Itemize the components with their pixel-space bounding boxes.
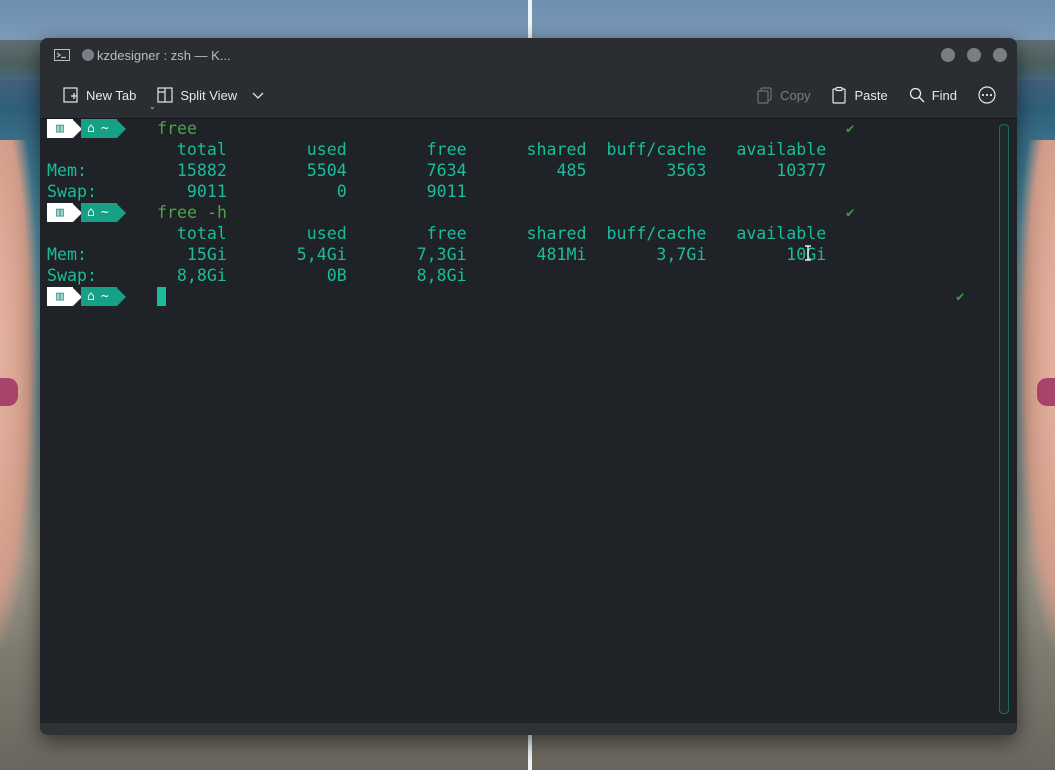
prompt-home: ~ [100,205,109,220]
success-check-icon: ✔ [956,289,965,305]
more-menu-button[interactable] [971,80,1003,110]
paste-label: Paste [854,87,888,103]
prompt: ▥ ⌂ ~ [47,119,126,138]
background-swimsuit-left [0,378,18,406]
prompt-home: ~ [100,121,109,136]
home-icon: ⌂ [87,289,95,304]
prompt-path-segment: ⌂ ~ [81,119,117,138]
toolbar: New Tab ⌄ Split View Copy Paste Find [40,72,1017,119]
prompt: ▥ ⌂ ~ [47,287,126,306]
output-line: Swap: 9011 0 9011 [47,182,467,201]
activity-indicator [82,49,94,61]
success-check-icon: ✔ [846,205,855,221]
prompt-separator [116,119,126,138]
terminal-view[interactable]: ▥ ⌂ ~ free ✔ total used free shared buff… [40,118,1017,735]
prompt: ▥ ⌂ ~ [47,203,126,222]
more-options-icon [978,86,996,104]
distro-logo-icon: ▥ [47,119,73,138]
prompt-path-segment: ⌂ ~ [81,287,117,306]
new-tab-icon [63,87,78,103]
home-icon: ⌂ [87,121,95,136]
maximize-button[interactable] [967,48,981,62]
titlebar[interactable]: kzdesigner : zsh — K... [40,38,1017,72]
konsole-window: kzdesigner : zsh — K... New Tab ⌄ Split … [40,38,1017,735]
prompt-separator [116,287,126,306]
background-swimsuit-right [1037,378,1055,406]
chevron-down-icon[interactable] [251,88,265,102]
split-view-label: Split View [180,87,238,103]
copy-label: Copy [780,87,811,103]
output-line: total used free shared buff/cache availa… [47,224,827,243]
home-icon: ⌂ [87,205,95,220]
split-view-button[interactable]: Split View [150,80,271,110]
copy-icon [757,87,772,104]
mouse-ibeam-cursor-icon [805,245,811,261]
distro-logo-icon: ▥ [47,203,73,222]
output-line: Mem: 15882 5504 7634 485 3563 10377 [47,161,827,180]
close-button[interactable] [993,48,1007,62]
success-check-icon: ✔ [846,121,855,137]
split-view-icon [157,87,173,103]
minimize-button[interactable] [941,48,955,62]
copy-button[interactable]: Copy [750,80,816,110]
distro-logo-icon: ▥ [47,287,73,306]
new-tab-button[interactable]: New Tab [56,80,142,110]
output-line: Mem: 15Gi 5,4Gi 7,3Gi 481Mi 3,7Gi 10Gi [47,245,827,264]
vertical-scrollbar[interactable] [999,124,1009,714]
find-button[interactable]: Find [902,80,963,110]
output-line: Swap: 8,8Gi 0B 8,8Gi [47,266,467,285]
search-icon [909,87,925,103]
clipboard-icon [832,86,847,104]
command-text: free [157,119,197,138]
new-tab-dropdown-icon[interactable]: ⌄ [149,102,156,111]
prompt-separator [116,203,126,222]
new-tab-label: New Tab [86,87,137,103]
prompt-home: ~ [100,289,109,304]
find-label: Find [931,87,957,103]
paste-button[interactable]: Paste [824,80,893,110]
window-title: kzdesigner : zsh — K... [97,47,231,63]
terminal-icon [54,49,70,61]
output-line: total used free shared buff/cache availa… [47,140,827,159]
command-text: free -h [157,203,227,222]
prompt-path-segment: ⌂ ~ [81,203,117,222]
text-cursor [157,287,166,306]
status-strip [40,723,1017,735]
